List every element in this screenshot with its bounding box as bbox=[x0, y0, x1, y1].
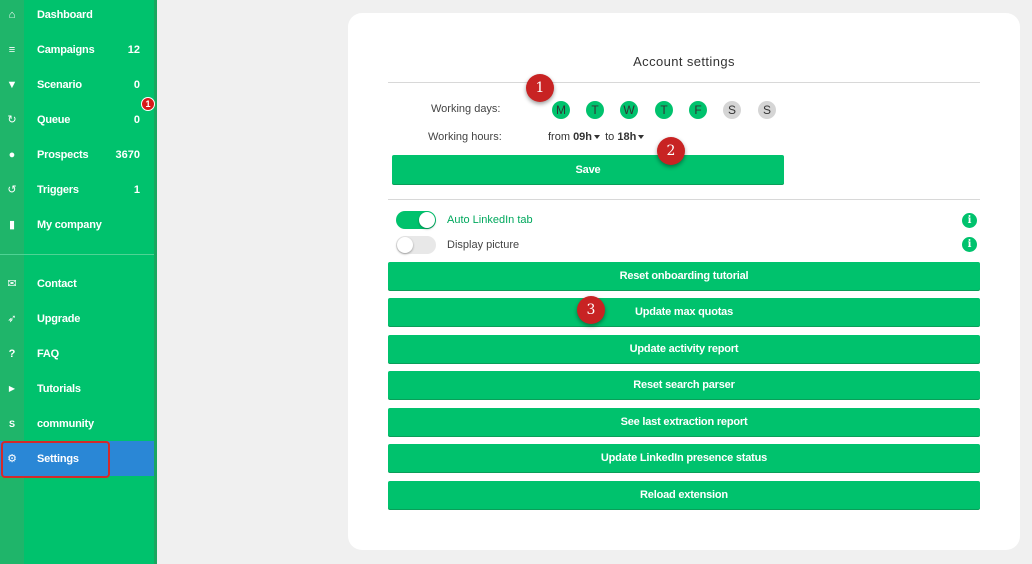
update-activity-report-button[interactable]: Update activity report bbox=[388, 335, 980, 363]
sidebar-divider bbox=[0, 254, 154, 255]
list-icon: ≡ bbox=[8, 43, 16, 56]
sidebar-item-community[interactable]: S community bbox=[0, 406, 154, 441]
history-icon: ↺ bbox=[7, 184, 17, 196]
sidebar-item-label: Upgrade bbox=[37, 312, 81, 325]
queue-notification-badge: 1 bbox=[141, 97, 155, 111]
day-toggle-saturday[interactable]: S bbox=[723, 101, 741, 119]
section-divider bbox=[388, 199, 980, 200]
working-days-label: Working days: bbox=[431, 103, 501, 115]
skype-icon: S bbox=[8, 418, 15, 429]
rocket-icon: ➶ bbox=[7, 313, 17, 325]
sidebar-item-count: 1 bbox=[133, 183, 140, 196]
display-picture-toggle[interactable] bbox=[396, 236, 436, 254]
hours-to-value: 18h bbox=[617, 131, 637, 143]
sidebar-item-queue[interactable]: ↻ Queue 0 bbox=[0, 102, 154, 137]
sidebar-edge bbox=[154, 0, 157, 564]
sidebar-item-label: FAQ bbox=[37, 347, 60, 360]
hours-to-prefix: to bbox=[605, 131, 615, 143]
sidebar-item-tutorials[interactable]: ▶ Tutorials bbox=[0, 371, 154, 406]
sidebar-item-count: 0 bbox=[133, 113, 140, 126]
caret-down-icon bbox=[638, 135, 645, 140]
refresh-icon: ↻ bbox=[7, 114, 17, 126]
hours-to-dropdown[interactable]: 18h bbox=[617, 131, 646, 143]
sidebar-item-my-company[interactable]: ▮ My company bbox=[0, 207, 154, 242]
info-icon[interactable]: i bbox=[962, 237, 977, 252]
day-toggle-friday[interactable]: F bbox=[689, 101, 707, 119]
sidebar-item-upgrade[interactable]: ➶ Upgrade bbox=[0, 301, 154, 336]
sidebar-item-label: My company bbox=[37, 218, 102, 231]
sidebar-item-count: 12 bbox=[127, 43, 140, 56]
auto-linkedin-tab-toggle[interactable] bbox=[396, 211, 436, 229]
hours-from-prefix: from bbox=[548, 131, 570, 143]
toggle-knob bbox=[419, 212, 435, 228]
sidebar-item-campaigns[interactable]: ≡ Campaigns 12 bbox=[0, 32, 154, 67]
settings-highlight-box bbox=[1, 441, 110, 478]
sidebar-item-count: 3670 bbox=[115, 148, 140, 161]
sidebar-item-prospects[interactable]: ● Prospects 3670 bbox=[0, 137, 154, 172]
page-title: Account settings bbox=[633, 54, 735, 69]
day-toggle-thursday[interactable]: T bbox=[655, 101, 673, 119]
working-hours-selector: from 09h to 18h bbox=[548, 131, 646, 143]
annotation-marker-1: 1 bbox=[526, 74, 554, 102]
annotation-marker-2: 2 bbox=[657, 137, 685, 165]
sidebar-item-label: community bbox=[37, 417, 94, 430]
sidebar-item-triggers[interactable]: ↺ Triggers 1 bbox=[0, 172, 154, 207]
building-icon: ▮ bbox=[8, 219, 16, 231]
info-icon[interactable]: i bbox=[962, 213, 977, 228]
annotation-marker-3: 3 bbox=[577, 296, 605, 324]
home-icon: ⌂ bbox=[8, 8, 16, 21]
envelope-icon: ✉ bbox=[7, 278, 17, 290]
sidebar-item-contact[interactable]: ✉ Contact bbox=[0, 266, 154, 301]
working-hours-label: Working hours: bbox=[428, 131, 502, 143]
reload-extension-button[interactable]: Reload extension bbox=[388, 481, 980, 509]
sidebar-item-label: Scenario bbox=[37, 78, 82, 91]
sidebar-item-count: 0 bbox=[133, 78, 140, 91]
sidebar-item-label: Campaigns bbox=[37, 43, 95, 56]
display-picture-label: Display picture bbox=[447, 239, 520, 251]
hours-from-value: 09h bbox=[573, 131, 593, 143]
update-max-quotas-button[interactable]: Update max quotas bbox=[388, 298, 980, 326]
sidebar-item-label: Contact bbox=[37, 277, 77, 290]
day-toggle-sunday[interactable]: S bbox=[758, 101, 776, 119]
sidebar-item-label: Triggers bbox=[37, 183, 79, 196]
sidebar-item-label: Tutorials bbox=[37, 382, 81, 395]
sidebar-item-label: Prospects bbox=[37, 148, 89, 161]
sidebar-item-label: Queue bbox=[37, 113, 71, 126]
toggle-knob bbox=[397, 237, 413, 253]
day-toggle-tuesday[interactable]: T bbox=[586, 101, 604, 119]
update-linkedin-presence-status-button[interactable]: Update LinkedIn presence status bbox=[388, 444, 980, 472]
sidebar: ⌂ Dashboard ≡ Campaigns 12 ▼ Scenario 0 … bbox=[0, 0, 157, 564]
sidebar-item-scenario[interactable]: ▼ Scenario 0 bbox=[0, 67, 154, 102]
reset-onboarding-tutorial-button[interactable]: Reset onboarding tutorial bbox=[388, 262, 980, 290]
filter-icon: ▼ bbox=[6, 78, 18, 91]
user-icon: ● bbox=[8, 148, 16, 161]
reset-search-parser-button[interactable]: Reset search parser bbox=[388, 371, 980, 399]
account-settings-card: Account settings Working days: M T W T F… bbox=[348, 13, 1020, 550]
question-icon: ? bbox=[8, 347, 16, 360]
youtube-icon: ▶ bbox=[8, 384, 16, 393]
save-button[interactable]: Save bbox=[392, 155, 784, 184]
day-toggle-wednesday[interactable]: W bbox=[620, 101, 638, 119]
day-toggle-monday[interactable]: M bbox=[552, 101, 570, 119]
auto-linkedin-tab-label: Auto LinkedIn tab bbox=[447, 214, 533, 226]
see-last-extraction-report-button[interactable]: See last extraction report bbox=[388, 408, 980, 436]
hours-from-dropdown[interactable]: 09h bbox=[573, 131, 602, 143]
caret-down-icon bbox=[594, 135, 601, 140]
sidebar-item-faq[interactable]: ? FAQ bbox=[0, 336, 154, 371]
sidebar-item-dashboard[interactable]: ⌂ Dashboard bbox=[0, 0, 154, 32]
title-divider bbox=[388, 82, 980, 83]
sidebar-item-label: Dashboard bbox=[37, 8, 93, 21]
